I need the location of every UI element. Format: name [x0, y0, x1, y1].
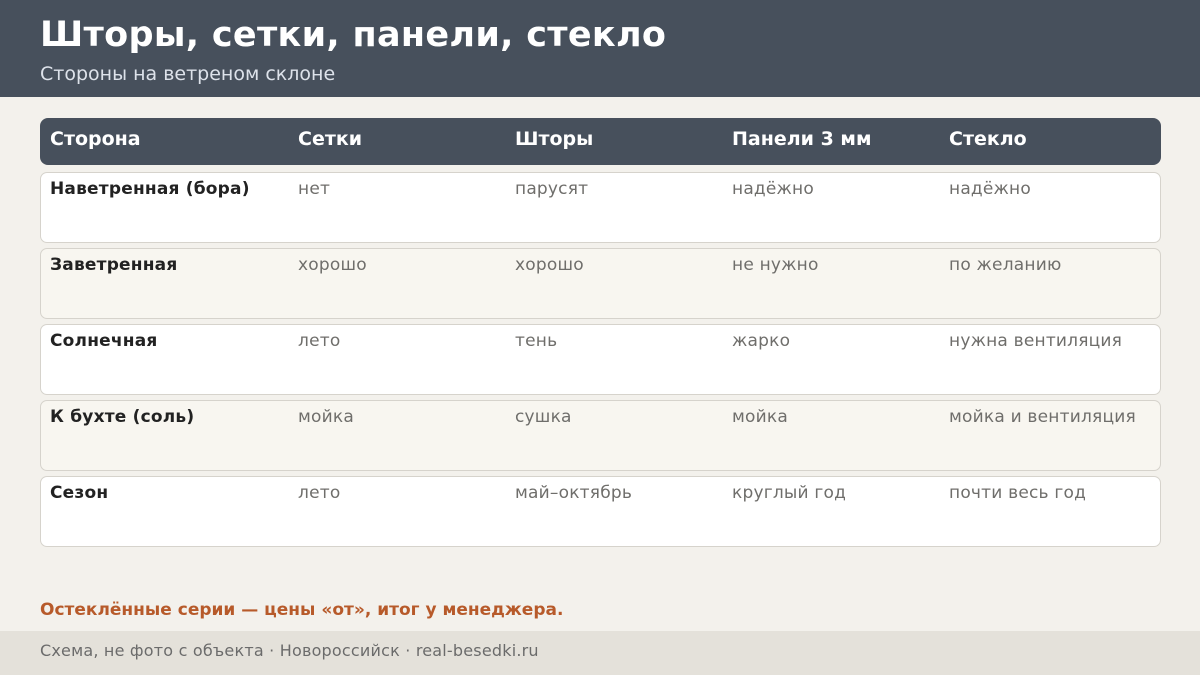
table-cell: надёжно [732, 179, 814, 199]
table-row: К бухте (соль) мойка сушка мойка мойка и… [40, 400, 1161, 471]
table-cell: май–октябрь [515, 483, 633, 503]
row-side-label: К бухте (соль) [50, 407, 195, 427]
row-side-label: Солнечная [50, 331, 158, 351]
table-row: Сезон лето май–октябрь круглый год почти… [40, 476, 1161, 547]
table-cell: тень [515, 331, 558, 351]
page-title: Шторы, сетки, панели, стекло [40, 15, 667, 55]
column-header-nets: Сетки [298, 128, 363, 150]
table-cell: мойка [298, 407, 354, 427]
table-row: Заветренная хорошо хорошо не нужно по же… [40, 248, 1161, 319]
row-side-label: Сезон [50, 483, 109, 503]
column-header-curtains: Шторы [515, 128, 594, 150]
column-header-side: Сторона [50, 128, 141, 150]
table-cell: мойка [732, 407, 788, 427]
table-cell: нет [298, 179, 331, 199]
column-header-panels: Панели 3 мм [732, 128, 872, 150]
header-banner: Шторы, сетки, панели, стекло Стороны на … [0, 0, 1200, 97]
table-cell: хорошо [298, 255, 367, 275]
page: Шторы, сетки, панели, стекло Стороны на … [0, 0, 1200, 675]
table-cell: жарко [732, 331, 791, 351]
table-cell: по желанию [949, 255, 1062, 275]
footer-bar: Схема, не фото с объекта · Новороссийск … [0, 631, 1200, 675]
table-cell: хорошо [515, 255, 584, 275]
footer-text: Схема, не фото с объекта · Новороссийск … [40, 641, 539, 660]
table-cell: лето [298, 331, 341, 351]
table-cell: почти весь год [949, 483, 1087, 503]
column-header-glass: Стекло [949, 128, 1027, 150]
table-cell: сушка [515, 407, 572, 427]
table-cell: круглый год [732, 483, 847, 503]
table-row: Солнечная лето тень жарко нужна вентиляц… [40, 324, 1161, 395]
table-cell: лето [298, 483, 341, 503]
pricing-note: Остеклённые серии — цены «от», итог у ме… [40, 600, 564, 620]
row-side-label: Наветренная (бора) [50, 179, 250, 199]
table-header: Сторона Сетки Шторы Панели 3 мм Стекло [40, 118, 1161, 165]
table-cell: надёжно [949, 179, 1031, 199]
table-cell: парусят [515, 179, 589, 199]
table-cell: не нужно [732, 255, 819, 275]
table-cell: нужна вентиляция [949, 331, 1123, 351]
row-side-label: Заветренная [50, 255, 178, 275]
page-subtitle: Стороны на ветреном склоне [40, 63, 336, 85]
table-row: Наветренная (бора) нет парусят надёжно н… [40, 172, 1161, 243]
table-cell: мойка и вентиляция [949, 407, 1136, 427]
